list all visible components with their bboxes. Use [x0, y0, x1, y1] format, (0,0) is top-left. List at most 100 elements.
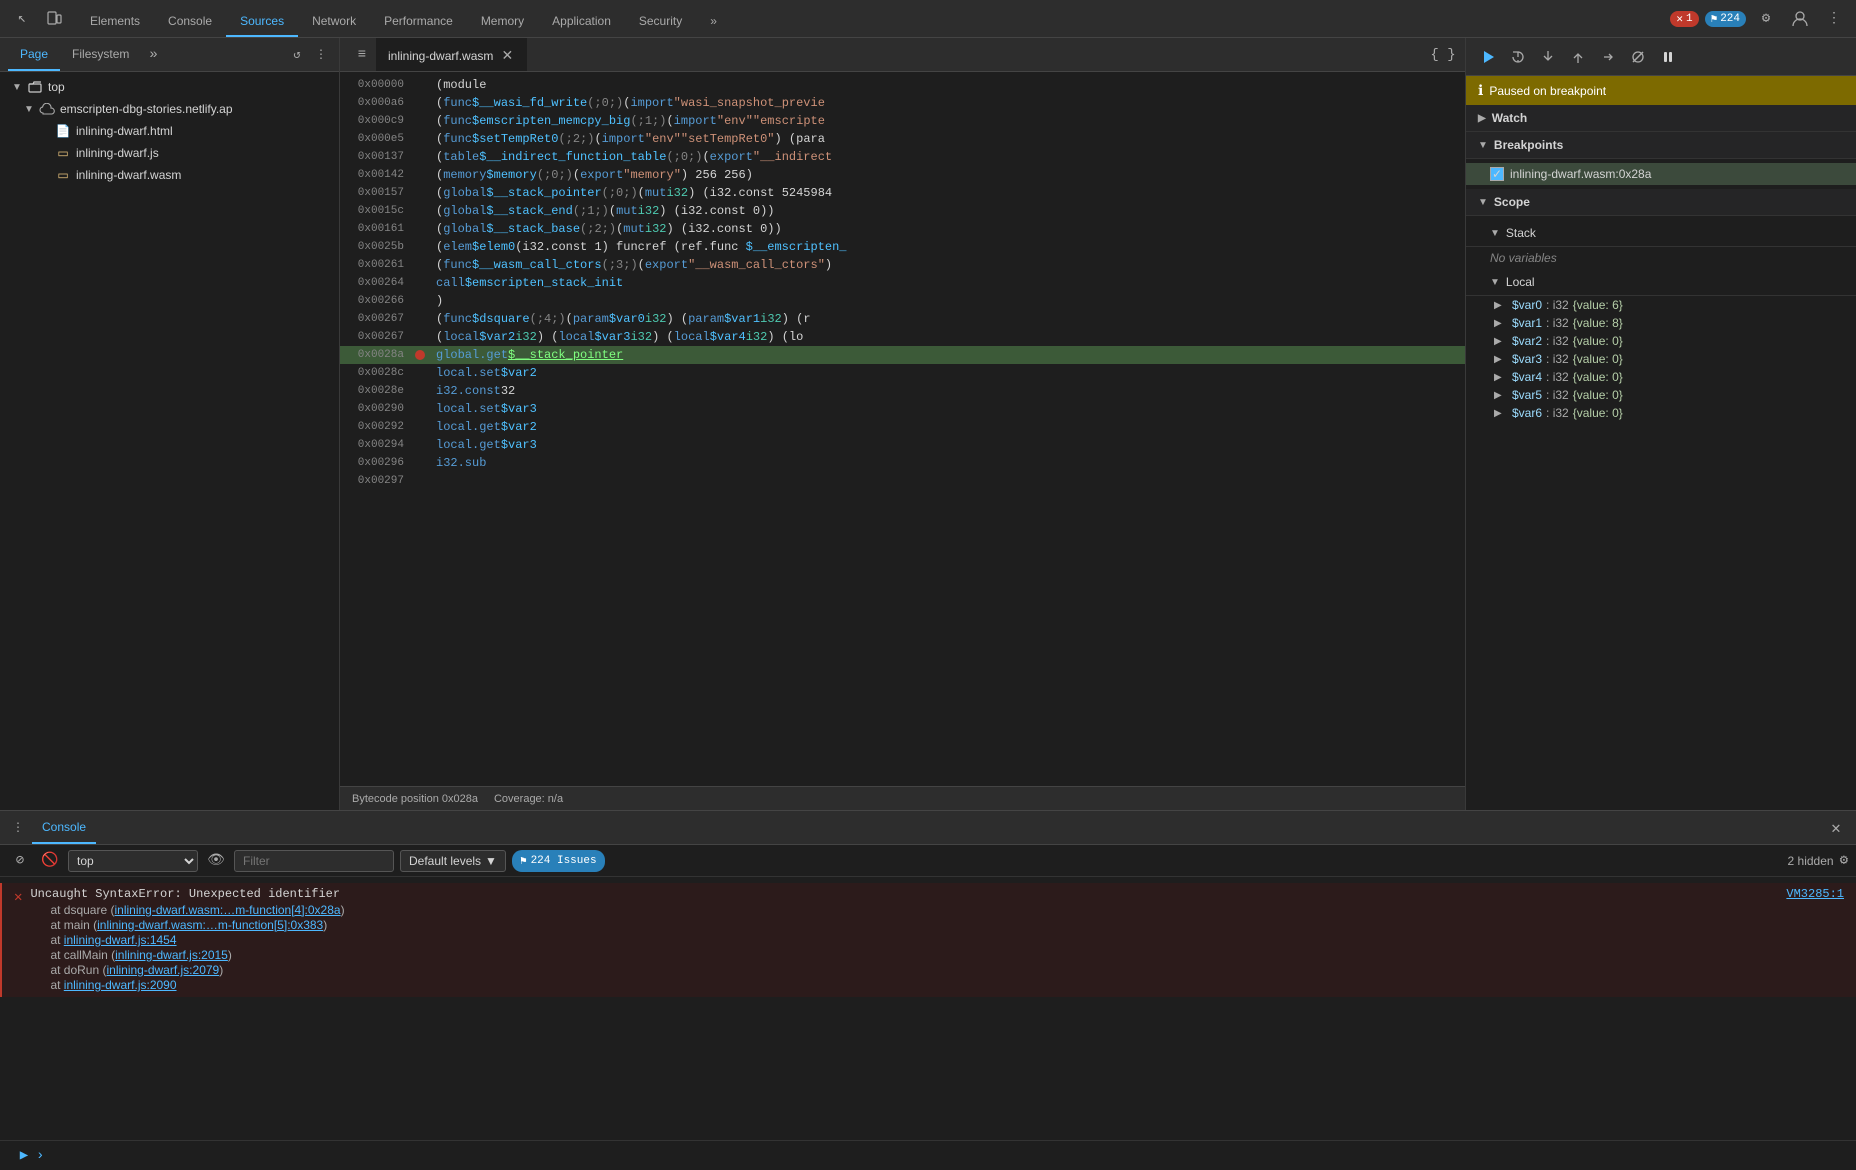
console-clear-button[interactable]: ⊘: [8, 849, 32, 873]
bp-area-20[interactable]: [412, 436, 428, 454]
console-eye-icon[interactable]: 👁: [204, 849, 228, 873]
bp-area-0[interactable]: [412, 76, 428, 94]
tree-item-wasm[interactable]: ▭ inlining-dwarf.wasm: [0, 164, 339, 186]
tab-page[interactable]: Page: [8, 38, 60, 71]
bp-area-11[interactable]: [412, 274, 428, 292]
tab-security[interactable]: Security: [625, 7, 696, 37]
bp-area-4[interactable]: [412, 148, 428, 166]
console-tab-label[interactable]: Console: [32, 811, 96, 844]
stack-link-3[interactable]: inlining-dwarf.js:2015: [115, 948, 228, 962]
console-error-source-link[interactable]: VM3285:1: [1786, 887, 1844, 901]
tree-item-html[interactable]: 📄 inlining-dwarf.html: [0, 120, 339, 142]
console-input[interactable]: [52, 1149, 1844, 1163]
settings-icon[interactable]: ⚙: [1752, 5, 1780, 33]
stack-link-1[interactable]: inlining-dwarf.wasm:…m-function[5]:0x383: [97, 918, 323, 932]
local-subsection-header[interactable]: ▼ Local: [1466, 269, 1856, 296]
var-item-4[interactable]: ▶ $var4 : i32 {value: 0}: [1466, 368, 1856, 386]
var-item-6[interactable]: ▶ $var6 : i32 {value: 0}: [1466, 404, 1856, 422]
tab-console[interactable]: Console: [154, 7, 226, 37]
panel-more-icon[interactable]: ⋮: [311, 45, 331, 65]
tab-filesystem[interactable]: Filesystem: [60, 38, 141, 71]
bp-area-15[interactable]: [412, 346, 428, 364]
bp-area-8[interactable]: [412, 220, 428, 238]
bp-area-17[interactable]: [412, 382, 428, 400]
bp-area-19[interactable]: [412, 418, 428, 436]
step-into-button[interactable]: [1534, 43, 1562, 71]
stack-link-2[interactable]: inlining-dwarf.js:1454: [64, 933, 177, 947]
tab-more[interactable]: »: [696, 7, 731, 37]
console-close-button[interactable]: ✕: [1824, 816, 1848, 840]
tab-sources[interactable]: Sources: [226, 7, 298, 37]
bp-area-13[interactable]: [412, 310, 428, 328]
tab-elements[interactable]: Elements: [76, 7, 154, 37]
code-editor[interactable]: 0x00000 (module 0x000a6 (func $__wasi_fd…: [340, 72, 1465, 786]
bp-area-12[interactable]: [412, 292, 428, 310]
console-issues-badge[interactable]: ⚑ 224 Issues: [512, 850, 605, 872]
bp-area-10[interactable]: [412, 256, 428, 274]
bp-area-2[interactable]: [412, 112, 428, 130]
bp-area-9[interactable]: [412, 238, 428, 256]
line-addr-21: 0x00296: [340, 454, 412, 472]
stack-link-5[interactable]: inlining-dwarf.js:2090: [64, 978, 177, 992]
scope-section-header[interactable]: ▼ Scope: [1466, 189, 1856, 216]
stack-label: Stack: [1506, 226, 1536, 240]
source-file-tab[interactable]: inlining-dwarf.wasm ✕: [376, 38, 527, 71]
var-item-3[interactable]: ▶ $var3 : i32 {value: 0}: [1466, 350, 1856, 368]
step-over-button[interactable]: [1504, 43, 1532, 71]
bp-area-1[interactable]: [412, 94, 428, 112]
panel-tab-more[interactable]: »: [145, 45, 161, 65]
var-item-1[interactable]: ▶ $var1 : i32 {value: 8}: [1466, 314, 1856, 332]
console-run-icon[interactable]: ▶: [12, 1144, 36, 1168]
line-addr-20: 0x00294: [340, 436, 412, 454]
stack-link-0[interactable]: inlining-dwarf.wasm:…m-function[4]:0x28a: [114, 903, 340, 917]
pretty-print-icon[interactable]: { }: [1429, 41, 1457, 69]
deactivate-button[interactable]: [1624, 43, 1652, 71]
close-tab-icon[interactable]: ✕: [499, 48, 515, 64]
stack-link-4[interactable]: inlining-dwarf.js:2079: [106, 963, 219, 977]
bp-area-22[interactable]: [412, 472, 428, 490]
bp-area-18[interactable]: [412, 400, 428, 418]
step-out-button[interactable]: [1564, 43, 1592, 71]
issues-badge-toolbar[interactable]: ⚑ 224: [1705, 11, 1746, 27]
breakpoint-item-0[interactable]: ✓ inlining-dwarf.wasm:0x28a: [1466, 163, 1856, 185]
bp-area-3[interactable]: [412, 130, 428, 148]
pause-button[interactable]: [1654, 43, 1682, 71]
more-icon[interactable]: ⋮: [1820, 5, 1848, 33]
tab-memory[interactable]: Memory: [467, 7, 538, 37]
stack-subsection-header[interactable]: ▼ Stack: [1466, 220, 1856, 247]
console-filter-input[interactable]: [234, 850, 394, 872]
console-levels-button[interactable]: Default levels ▼: [400, 850, 506, 872]
bp-area-21[interactable]: [412, 454, 428, 472]
tree-item-top[interactable]: ▼ top: [0, 76, 339, 98]
resume-button[interactable]: [1474, 43, 1502, 71]
source-back-icon[interactable]: ≡: [348, 41, 376, 69]
bp-area-14[interactable]: [412, 328, 428, 346]
bp-area-16[interactable]: [412, 364, 428, 382]
tab-application[interactable]: Application: [538, 7, 625, 37]
var-item-0[interactable]: ▶ $var0 : i32 {value: 6}: [1466, 296, 1856, 314]
error-badge[interactable]: ✕ 1: [1670, 11, 1698, 27]
top-toolbar: ↖ Elements Console Sources Network Perfo…: [0, 0, 1856, 38]
tree-item-js[interactable]: ▭ inlining-dwarf.js: [0, 142, 339, 164]
tab-network[interactable]: Network: [298, 7, 370, 37]
tab-performance[interactable]: Performance: [370, 7, 467, 37]
device-icon[interactable]: [40, 5, 68, 33]
bp-checkbox-0[interactable]: ✓: [1490, 167, 1504, 181]
profile-icon[interactable]: [1786, 5, 1814, 33]
breakpoints-section-header[interactable]: ▼ Breakpoints: [1466, 132, 1856, 159]
step-button[interactable]: [1594, 43, 1622, 71]
source-panel: ≡ inlining-dwarf.wasm ✕ { } 0x00000 (mod…: [340, 38, 1466, 810]
bp-area-7[interactable]: [412, 202, 428, 220]
var-item-5[interactable]: ▶ $var5 : i32 {value: 0}: [1466, 386, 1856, 404]
cursor-icon[interactable]: ↖: [8, 5, 36, 33]
sync-icon[interactable]: ↺: [287, 45, 307, 65]
bp-area-5[interactable]: [412, 166, 428, 184]
console-settings-icon[interactable]: ⚙: [1840, 852, 1848, 869]
console-menu-icon[interactable]: ⋮: [8, 818, 28, 838]
bp-area-6[interactable]: [412, 184, 428, 202]
var-item-2[interactable]: ▶ $var2 : i32 {value: 0}: [1466, 332, 1856, 350]
context-select[interactable]: top: [68, 850, 198, 872]
watch-section-header[interactable]: ▶ Watch: [1466, 105, 1856, 132]
tree-item-domain[interactable]: ▼ emscripten-dbg-stories.netlify.ap: [0, 98, 339, 120]
console-filter-icon[interactable]: 🚫: [38, 849, 62, 873]
